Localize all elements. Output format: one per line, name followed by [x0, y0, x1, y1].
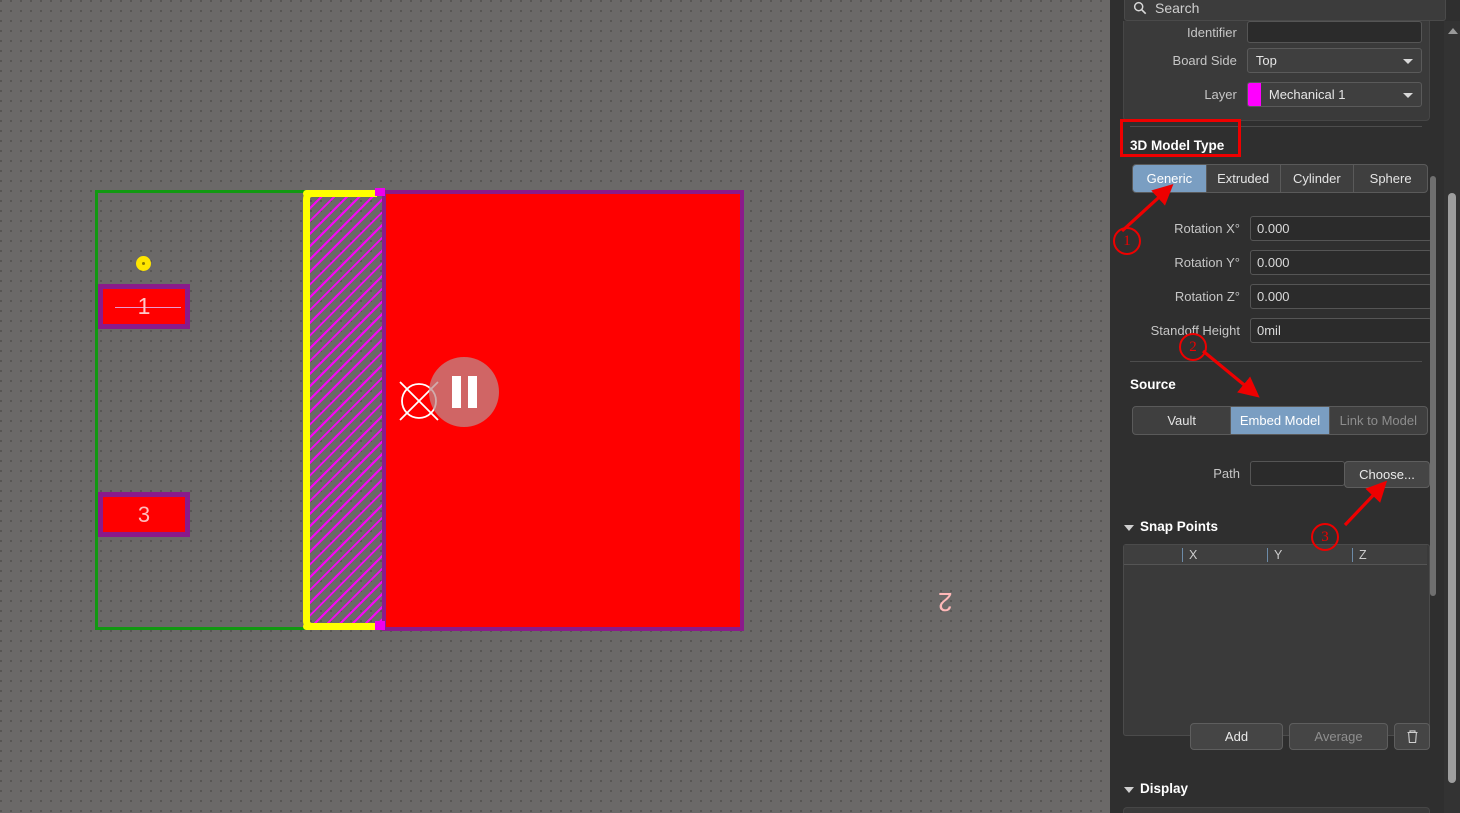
search-icon [1133, 1, 1147, 14]
track-cap-bottom [303, 623, 377, 630]
snap-points-delete-button[interactable] [1394, 723, 1430, 750]
layer-combo[interactable]: Mechanical 1 [1246, 82, 1422, 107]
model-type-segmented-control[interactable]: Generic Extruded Cylinder Sphere [1132, 164, 1428, 193]
rotation-x-label: Rotation X° [1174, 221, 1240, 236]
body-designator-label: 2 [938, 587, 953, 617]
chevron-down-icon [1403, 58, 1413, 64]
path-row: Path [1130, 461, 1345, 486]
snap-points-col-y[interactable]: Y [1267, 547, 1352, 562]
via-dot-icon[interactable] [136, 256, 151, 271]
chevron-down-icon [1124, 786, 1134, 793]
path-label: Path [1213, 466, 1240, 481]
search-input[interactable]: Search [1124, 0, 1446, 21]
track-outline [303, 190, 377, 630]
annotation-marker-1: 1 [1113, 227, 1141, 255]
source-option-link-to-model[interactable]: Link to Model [1330, 407, 1427, 434]
layer-label: Layer [1204, 87, 1237, 102]
choose-button[interactable]: Choose... [1344, 461, 1430, 488]
annotation-marker-3: 3 [1311, 523, 1339, 551]
rotation-y-label: Rotation Y° [1174, 255, 1240, 270]
rotation-z-input[interactable]: 0.000 [1250, 284, 1432, 309]
snap-points-table[interactable]: X Y Z [1123, 544, 1430, 736]
pause-icon[interactable] [429, 357, 499, 427]
annotation-marker-2: 2 [1179, 333, 1207, 361]
source-title: Source [1130, 377, 1176, 392]
model-type-option-extruded[interactable]: Extruded [1207, 165, 1281, 192]
chevron-down-icon [1403, 92, 1413, 98]
display-header[interactable]: Display [1124, 781, 1188, 796]
display-group [1123, 807, 1430, 813]
board-side-combo[interactable]: Top [1246, 48, 1422, 73]
layer-color-swatch [1247, 83, 1261, 106]
snap-points-header[interactable]: Snap Points [1124, 519, 1218, 534]
source-option-embed-model[interactable]: Embed Model [1231, 407, 1330, 434]
pause-bar-left [451, 376, 461, 408]
path-input[interactable] [1250, 461, 1345, 486]
chevron-up-icon[interactable] [1448, 28, 1458, 34]
pause-bar-right [467, 376, 477, 408]
snap-points-table-body[interactable] [1125, 565, 1426, 733]
panel-scrollbar[interactable] [1444, 21, 1460, 813]
track-cap-top [303, 190, 377, 197]
divider-source [1130, 361, 1422, 362]
pad-1-label: 1 [137, 293, 151, 319]
standoff-height-row: Standoff Height 0mil [1130, 318, 1432, 343]
model-type-option-cylinder[interactable]: Cylinder [1281, 165, 1355, 192]
snap-points-average-button[interactable]: Average [1289, 723, 1388, 750]
identifier-row: Identifier [1130, 21, 1422, 43]
pad-3[interactable]: 3 [98, 492, 190, 537]
pcb-footprint-editor-canvas[interactable]: 2 1 3 [0, 0, 1110, 813]
properties-panel: Search Identifier Board Side Top Layer M… [1110, 0, 1460, 813]
chevron-down-icon [1124, 524, 1134, 531]
divider-model-type [1130, 126, 1422, 127]
model-type-option-generic[interactable]: Generic [1133, 165, 1207, 192]
board-side-label: Board Side [1172, 53, 1237, 68]
rotation-x-row: Rotation X° 0.000 [1130, 216, 1432, 241]
panel-scrollbar-thumb[interactable] [1448, 193, 1456, 783]
source-option-vault[interactable]: Vault [1133, 407, 1232, 434]
identifier-input[interactable] [1246, 21, 1422, 43]
trash-icon [1407, 730, 1417, 744]
app-root: 2 1 3 Search Identifier Board Side Top L… [0, 0, 1460, 813]
source-segmented-control[interactable]: Vault Embed Model Link to Model [1132, 406, 1428, 435]
model-type-title: 3D Model Type [1130, 138, 1225, 153]
snap-points-col-z[interactable]: Z [1352, 547, 1427, 562]
snap-points-add-button[interactable]: Add [1190, 723, 1283, 750]
snap-points-title: Snap Points [1140, 519, 1219, 534]
magenta-nub-bottom [375, 621, 385, 630]
inner-scroll-thumb[interactable] [1430, 176, 1436, 596]
pad-3-label: 3 [137, 501, 151, 527]
rotation-x-input[interactable]: 0.000 [1250, 216, 1432, 241]
identifier-label: Identifier [1186, 24, 1237, 40]
search-placeholder: Search [1155, 0, 1200, 16]
pad-1[interactable]: 1 [98, 284, 190, 329]
snap-points-table-header: X Y Z [1124, 545, 1427, 565]
rotation-z-label: Rotation Z° [1174, 289, 1240, 304]
snap-points-col-index[interactable] [1124, 548, 1182, 562]
board-side-row: Board Side Top [1130, 48, 1422, 73]
snap-points-col-x[interactable]: X [1182, 547, 1267, 562]
rotation-z-row: Rotation Z° 0.000 [1130, 284, 1432, 309]
model-type-option-sphere[interactable]: Sphere [1354, 165, 1427, 192]
panel-scroll-body: Identifier Board Side Top Layer Mechanic… [1110, 21, 1440, 813]
standoff-height-input[interactable]: 0mil [1250, 318, 1432, 343]
layer-value: Mechanical 1 [1268, 87, 1346, 102]
magenta-nub-top [375, 188, 385, 196]
rotation-y-input[interactable]: 0.000 [1250, 250, 1432, 275]
board-side-value: Top [1255, 53, 1277, 68]
rotation-y-row: Rotation Y° 0.000 [1130, 250, 1432, 275]
layer-row: Layer Mechanical 1 [1130, 82, 1422, 107]
display-title: Display [1140, 781, 1189, 796]
